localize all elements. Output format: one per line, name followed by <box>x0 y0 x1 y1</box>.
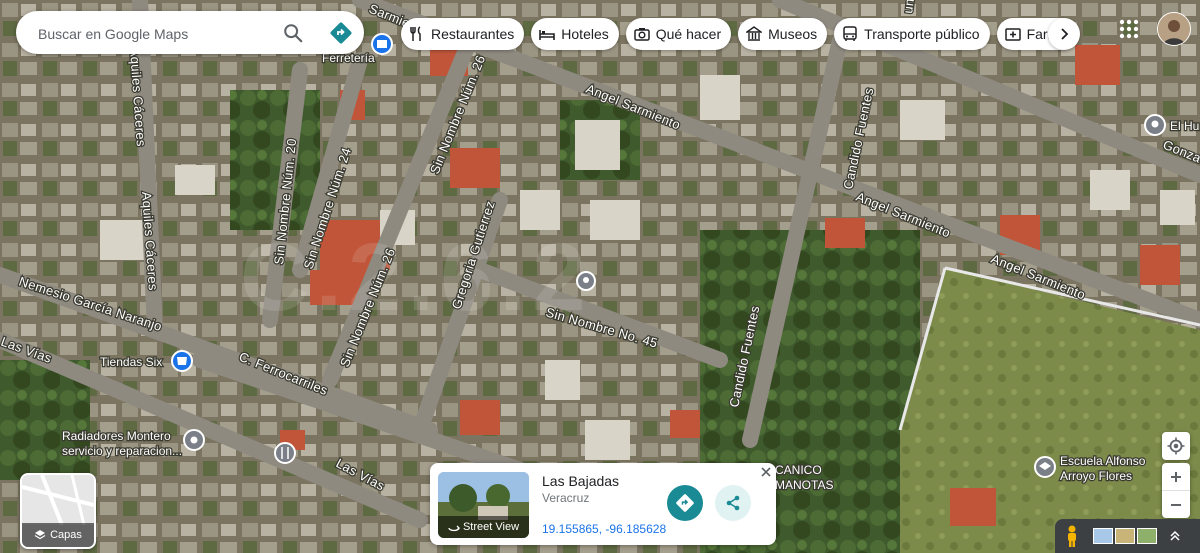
place-card: Street View Las Bajadas Veracruz 19.1558… <box>430 463 776 545</box>
place-label[interactable]: servicio y reparacion... <box>61 443 184 460</box>
place-label[interactable]: MANOTAS <box>774 477 835 494</box>
chip-label: Museos <box>768 26 818 42</box>
chips-next-button[interactable] <box>1048 18 1080 50</box>
map-thumbnail <box>22 475 94 526</box>
chip-label: Hoteles <box>561 26 609 42</box>
restaurant-pin[interactable] <box>274 442 296 464</box>
share-button[interactable] <box>715 485 751 521</box>
place-label[interactable]: Escuela Alfonso <box>1059 453 1147 470</box>
fork-knife-icon <box>410 26 421 41</box>
street-view-icon <box>448 525 460 532</box>
camera-icon <box>634 28 650 41</box>
chip-hotels[interactable]: Hoteles <box>531 18 619 50</box>
apps-grid-icon[interactable] <box>1118 18 1140 40</box>
zoom-out-button[interactable] <box>1162 491 1190 518</box>
chip-restaurants[interactable]: Restaurantes <box>401 18 525 50</box>
place-subtitle: Veracruz <box>542 491 590 505</box>
bus-icon <box>843 26 857 41</box>
chip-museums[interactable]: Museos <box>738 18 828 50</box>
layers-icon <box>34 530 46 540</box>
plus-icon <box>1171 471 1181 482</box>
store-pin[interactable] <box>371 33 393 55</box>
search-box <box>16 11 364 56</box>
my-location-icon <box>1167 437 1185 455</box>
category-chips: Restaurantes Hoteles Qué hacer Museos Tr… <box>401 18 1078 50</box>
close-icon <box>761 467 771 477</box>
my-location-button[interactable] <box>1162 432 1190 460</box>
place-label[interactable]: Arroyo Flores <box>1059 468 1134 485</box>
directions-icon[interactable] <box>329 21 353 45</box>
search-input[interactable] <box>36 11 270 56</box>
chip-label: Transporte público <box>864 26 980 42</box>
chip-transit[interactable]: Transporte público <box>834 18 990 50</box>
minus-icon <box>1171 503 1181 506</box>
profile-icon <box>1158 13 1190 45</box>
place-title[interactable]: Las Bajadas <box>542 473 619 489</box>
pegman-icon[interactable] <box>1061 524 1083 548</box>
place-pin[interactable] <box>1144 114 1166 136</box>
school-pin[interactable] <box>1034 456 1056 478</box>
place-label[interactable]: Tiendas Six <box>99 354 164 371</box>
place-coordinates[interactable]: 19.155865, -96.185628 <box>542 522 666 536</box>
shopping-pin[interactable] <box>171 350 193 372</box>
search-icon[interactable] <box>282 22 304 44</box>
layers-button[interactable]: Capas <box>20 473 96 549</box>
place-label[interactable]: El Hu <box>1169 118 1200 135</box>
directions-icon <box>676 494 694 512</box>
pharmacy-icon <box>1004 28 1021 41</box>
imagery-thumbnails[interactable] <box>1093 528 1157 544</box>
chevron-up-icon[interactable] <box>1169 530 1181 542</box>
share-icon <box>726 495 740 511</box>
chip-label: Qué hacer <box>655 26 722 42</box>
chip-things-to-do[interactable]: Qué hacer <box>625 18 732 50</box>
museum-icon <box>746 26 763 41</box>
layers-label: Capas <box>50 529 82 541</box>
watermark: C.2.6.2 <box>240 224 592 331</box>
bed-icon <box>539 30 556 40</box>
place-label[interactable]: CANICO <box>774 462 823 479</box>
directions-button[interactable] <box>667 485 703 521</box>
thumb-satellite[interactable] <box>1115 528 1135 544</box>
thumb-street[interactable] <box>1137 528 1157 544</box>
street-view-thumbnail[interactable]: Street View <box>438 472 529 538</box>
service-pin[interactable] <box>183 429 205 451</box>
zoom-control <box>1162 463 1190 518</box>
zoom-in-button[interactable] <box>1162 463 1190 490</box>
street-view-label: Street View <box>462 521 520 533</box>
chevron-right-icon <box>1061 28 1069 40</box>
close-button[interactable] <box>759 466 773 480</box>
avatar[interactable] <box>1157 12 1191 46</box>
location-pin[interactable] <box>576 271 596 291</box>
place-label[interactable]: Radiadores Montero <box>61 428 173 445</box>
chip-label: Restaurantes <box>431 26 515 42</box>
thumb-terrain[interactable] <box>1093 528 1113 544</box>
bottom-toolbar <box>1055 519 1200 553</box>
